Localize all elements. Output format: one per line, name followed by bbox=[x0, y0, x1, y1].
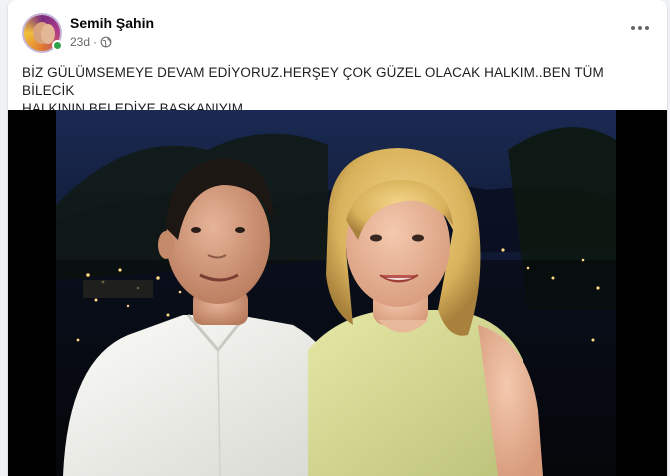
more-horizontal-icon bbox=[631, 26, 635, 30]
post-header: Semih Şahin 23d · bbox=[8, 0, 667, 53]
facebook-post: Semih Şahin 23d · BİZ GÜLÜMSEMEYE DEVAM … bbox=[8, 0, 667, 476]
photo-illustration bbox=[8, 110, 667, 476]
online-status-indicator bbox=[52, 40, 63, 51]
post-timestamp[interactable]: 23d bbox=[70, 35, 90, 49]
more-horizontal-icon bbox=[638, 26, 642, 30]
author-name[interactable]: Semih Şahin bbox=[70, 15, 154, 31]
caption-line: BİZ GÜLÜMSEMEYE DEVAM EDİYORUZ.HERŞEY ÇO… bbox=[22, 65, 604, 98]
more-options-button[interactable] bbox=[627, 18, 653, 38]
meta-separator: · bbox=[93, 35, 98, 49]
more-horizontal-icon bbox=[645, 26, 649, 30]
post-meta: 23d · bbox=[70, 35, 112, 49]
post-photo[interactable] bbox=[8, 110, 667, 476]
globe-icon[interactable] bbox=[100, 36, 112, 48]
